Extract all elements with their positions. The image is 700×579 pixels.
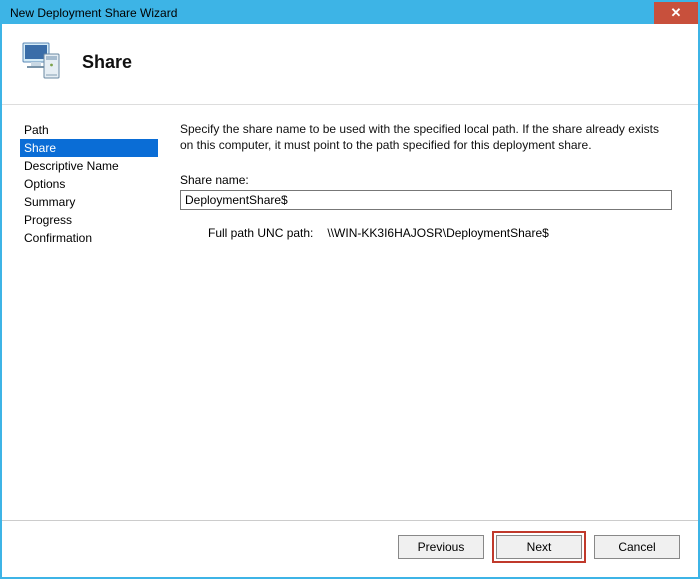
window-title: New Deployment Share Wizard — [10, 6, 177, 20]
step-descriptive-name[interactable]: Descriptive Name — [20, 157, 158, 175]
step-share[interactable]: Share — [20, 139, 158, 157]
unc-path-row: Full path UNC path: \\WIN-KK3I6HAJOSR\De… — [180, 226, 672, 240]
step-progress[interactable]: Progress — [20, 211, 158, 229]
step-options[interactable]: Options — [20, 175, 158, 193]
share-name-input[interactable] — [180, 190, 672, 210]
wizard-content: Path Share Descriptive Name Options Summ… — [2, 105, 698, 520]
wizard-header: Share — [2, 24, 698, 105]
title-bar: New Deployment Share Wizard ✕ — [2, 2, 698, 24]
step-confirmation[interactable]: Confirmation — [20, 229, 158, 247]
next-button[interactable]: Next — [496, 535, 582, 559]
step-path[interactable]: Path — [20, 121, 158, 139]
wizard-steps: Path Share Descriptive Name Options Summ… — [20, 117, 158, 520]
wizard-window: New Deployment Share Wizard ✕ Share Path… — [0, 0, 700, 579]
share-name-label: Share name: — [180, 173, 672, 187]
next-button-highlight: Next — [492, 531, 586, 563]
main-panel: Specify the share name to be used with t… — [180, 117, 680, 520]
share-icon — [22, 42, 64, 82]
page-title: Share — [82, 52, 132, 73]
unc-path-label: Full path UNC path: — [208, 226, 313, 240]
wizard-footer: Previous Next Cancel — [2, 520, 698, 577]
unc-path-value: \\WIN-KK3I6HAJOSR\DeploymentShare$ — [327, 226, 548, 240]
close-button[interactable]: ✕ — [654, 2, 698, 24]
previous-button[interactable]: Previous — [398, 535, 484, 559]
step-summary[interactable]: Summary — [20, 193, 158, 211]
cancel-button[interactable]: Cancel — [594, 535, 680, 559]
close-icon: ✕ — [671, 5, 682, 21]
instruction-text: Specify the share name to be used with t… — [180, 121, 672, 153]
